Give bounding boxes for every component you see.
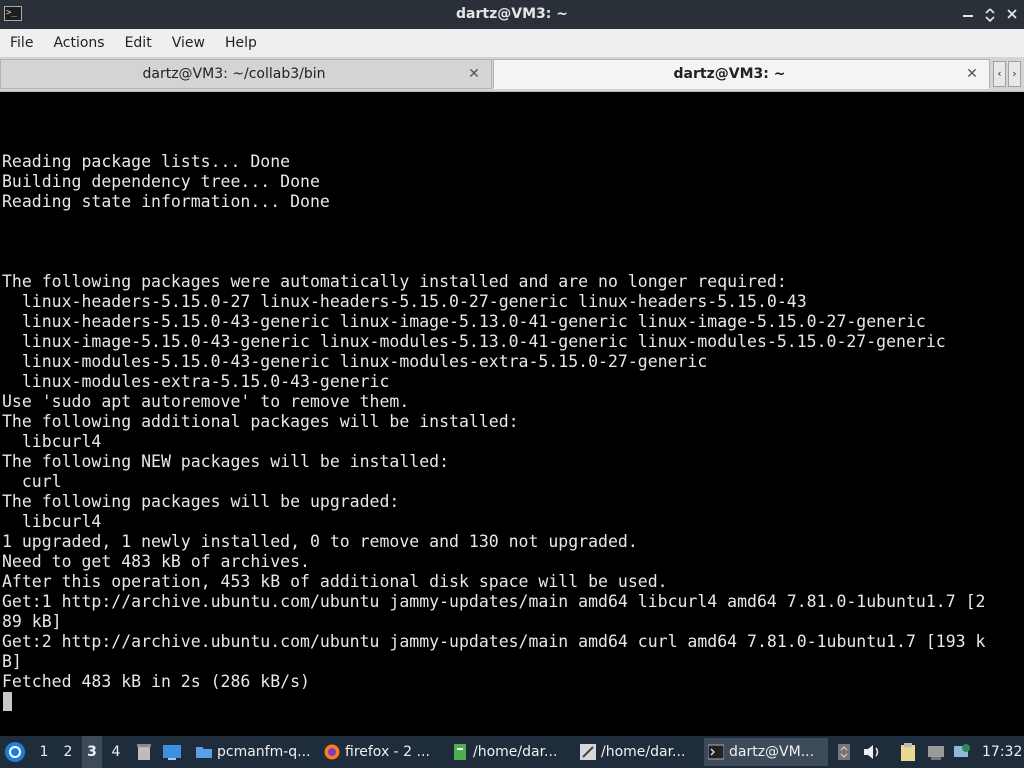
restore-icon [985, 8, 995, 23]
desktop-3[interactable]: 3 [82, 736, 102, 768]
tab-scroll-left-button[interactable]: ‹ [993, 61, 1006, 87]
tab-close-icon[interactable]: ✕ [965, 66, 979, 82]
terminal-line: After this operation, 453 kB of addition… [2, 572, 668, 591]
tab-home[interactable]: dartz@VM3: ~ ✕ [493, 59, 990, 89]
tab-bar: dartz@VM3: ~/collab3/bin ✕ dartz@VM3: ~ … [0, 57, 1024, 92]
menu-file[interactable]: File [0, 29, 43, 57]
terminal-line: Building dependency tree... Done [2, 172, 320, 191]
task-label: pcmanfm-q... [217, 744, 311, 760]
clipboard-icon [901, 743, 915, 761]
terminal-line: The following packages will be upgraded: [2, 492, 400, 511]
terminal-line: curl [2, 472, 62, 491]
feather-editor-icon [580, 744, 596, 760]
tray-scroll-icon [838, 744, 850, 760]
start-menu-icon [5, 742, 25, 762]
terminal-icon [708, 744, 724, 760]
show-desktop-launcher[interactable] [162, 736, 182, 768]
task-label: /home/dar... [601, 744, 686, 760]
terminal-line: libcurl4 [2, 512, 102, 531]
network-tray[interactable] [926, 736, 946, 768]
menu-actions[interactable]: Actions [43, 29, 114, 57]
trash-icon [137, 744, 151, 760]
tab-close-icon[interactable]: ✕ [467, 66, 481, 82]
terminal-line: libcurl4 [2, 432, 102, 451]
terminal-line: The following NEW packages will be insta… [2, 452, 450, 471]
folder-icon [196, 747, 212, 758]
terminal-line: linux-headers-5.15.0-27 linux-headers-5.… [2, 292, 807, 311]
tab-label: dartz@VM3: ~ [673, 66, 786, 82]
window-titlebar[interactable]: >_ dartz@VM3: ~ [0, 0, 1024, 29]
update-tray[interactable] [952, 736, 972, 768]
terminal-line: The following additional packages will b… [2, 412, 519, 431]
chevron-right-icon: › [1012, 67, 1017, 80]
menubar: File Actions Edit View Help [0, 29, 1024, 57]
task-label: firefox - 2 ... [345, 744, 430, 760]
menu-view[interactable]: View [162, 29, 215, 57]
terminal-output[interactable]: Reading package lists... Done Building de… [0, 92, 1024, 736]
task-firefox[interactable]: firefox - 2 ... [320, 738, 444, 766]
minimize-button[interactable] [962, 5, 974, 23]
task-feather-editor[interactable]: /home/dar... [576, 738, 700, 766]
volume-control[interactable] [862, 736, 882, 768]
terminal-line: Need to get 483 kB of archives. [2, 552, 310, 571]
terminal-line: linux-headers-5.15.0-43-generic linux-im… [2, 312, 926, 331]
task-terminal[interactable]: dartz@VM... [704, 738, 828, 766]
terminal-line: 1 upgraded, 1 newly installed, 0 to remo… [2, 532, 638, 551]
terminal-line: Reading package lists... Done [2, 152, 291, 171]
close-icon [1007, 9, 1017, 19]
window-title: dartz@VM3: ~ [456, 6, 568, 22]
desktop-icon [163, 745, 181, 760]
desktop-1[interactable]: 1 [34, 736, 54, 768]
start-menu-button[interactable] [4, 736, 26, 768]
task-label: /home/dar... [473, 744, 558, 760]
terminal-line: Get:1 http://archive.ubuntu.com/ubuntu j… [2, 592, 986, 611]
terminal-line: B] [2, 652, 22, 671]
task-text-editor[interactable]: /home/dar... [448, 738, 572, 766]
terminal-cursor [3, 692, 12, 711]
terminal-line: Get:2 http://archive.ubuntu.com/ubuntu j… [2, 632, 986, 651]
terminal-line: 89 kB] [2, 612, 62, 631]
text-editor-icon [454, 744, 466, 760]
tab-scroll-right-button[interactable]: › [1008, 61, 1021, 87]
tab-label: dartz@VM3: ~/collab3/bin [142, 66, 326, 82]
close-button[interactable] [1006, 5, 1018, 23]
update-notifier-icon [954, 744, 970, 757]
taskbar: 1 2 3 4 pcmanfm-q... firefox - 2 ... /ho… [0, 736, 1024, 768]
firefox-icon [324, 744, 340, 760]
terminal-line: linux-modules-5.15.0-43-generic linux-mo… [2, 352, 708, 371]
menu-edit[interactable]: Edit [115, 29, 162, 57]
tray-arrow[interactable] [836, 736, 852, 768]
clipboard-tray[interactable] [898, 736, 918, 768]
task-label: dartz@VM... [729, 744, 815, 760]
terminal-line: Reading state information... Done [2, 192, 330, 211]
terminal-line: The following packages were automaticall… [2, 272, 787, 291]
terminal-line: linux-modules-extra-5.15.0-43-generic [2, 372, 390, 391]
desktop-2[interactable]: 2 [58, 736, 78, 768]
trash-launcher[interactable] [134, 736, 154, 768]
terminal-line: linux-image-5.15.0-43-generic linux-modu… [2, 332, 946, 351]
task-pcmanfm[interactable]: pcmanfm-q... [192, 738, 316, 766]
menu-help[interactable]: Help [215, 29, 267, 57]
clock[interactable]: 17:32 [982, 736, 1022, 768]
terminal-line: Fetched 483 kB in 2s (286 kB/s) [2, 672, 310, 691]
volume-icon [864, 745, 879, 759]
minimize-icon [963, 15, 973, 17]
chevron-left-icon: ‹ [997, 67, 1002, 80]
desktop-4[interactable]: 4 [106, 736, 126, 768]
network-icon [928, 746, 944, 760]
terminal-line: Use 'sudo apt autoremove' to remove them… [2, 392, 410, 411]
tab-collab3-bin[interactable]: dartz@VM3: ~/collab3/bin ✕ [0, 59, 492, 89]
maximize-button[interactable] [984, 5, 996, 23]
terminal-lines: Reading package lists... Done Building de… [2, 152, 985, 692]
